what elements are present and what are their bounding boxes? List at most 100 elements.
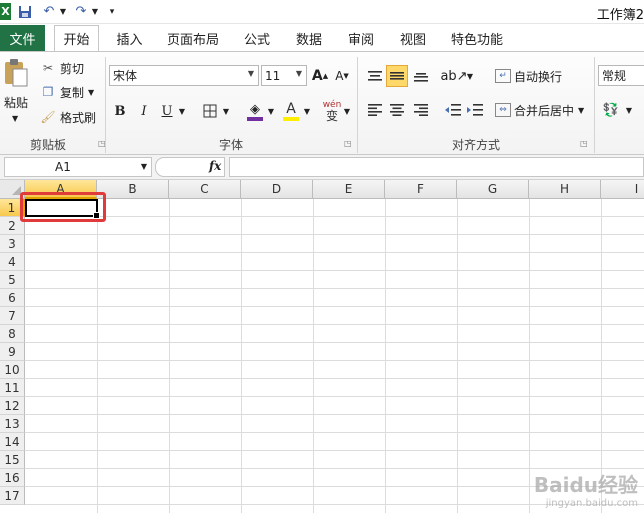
column-header-e[interactable]: E (313, 180, 385, 199)
font-color-icon[interactable]: A (280, 99, 302, 123)
formula-bar: A1 ▼ fx (0, 155, 644, 180)
paste-label: 粘贴 (4, 96, 29, 110)
gridline (25, 306, 644, 307)
orientation-dropdown-icon[interactable]: ▼ (465, 65, 475, 87)
gridline (457, 199, 458, 513)
tab-data[interactable]: 数据 (288, 25, 330, 51)
row-header-13[interactable]: 13 (0, 415, 25, 433)
gridline (313, 199, 314, 513)
wrap-text-button[interactable]: ↵ 自动换行 (495, 66, 562, 86)
align-bottom-icon[interactable] (410, 65, 432, 87)
insert-function-icon[interactable]: fx (209, 159, 221, 173)
formula-input[interactable] (229, 157, 644, 177)
highlight-annotation-box (20, 192, 106, 222)
row-header-6[interactable]: 6 (0, 289, 25, 307)
tab-special-features[interactable]: 特色功能 (444, 25, 510, 51)
column-header-g[interactable]: G (457, 180, 529, 199)
tab-review[interactable]: 审阅 (340, 25, 382, 51)
row-header-12[interactable]: 12 (0, 397, 25, 415)
worksheet-grid[interactable]: A B C D E F G H I 1 2 3 4 5 6 7 8 9 10 11 12 13 14 15 16 17 (0, 180, 644, 513)
accounting-dropdown-icon[interactable]: ▼ (624, 99, 634, 121)
column-header-c[interactable]: C (169, 180, 241, 199)
column-header-b[interactable]: B (97, 180, 169, 199)
row-header-17[interactable]: 17 (0, 487, 25, 505)
row-header-14[interactable]: 14 (0, 433, 25, 451)
font-size-value: 11 (265, 68, 281, 83)
column-header-f[interactable]: F (385, 180, 457, 199)
column-header-h[interactable]: H (529, 180, 601, 199)
redo-dropdown-icon[interactable]: ▼ (90, 3, 100, 20)
increase-font-size-icon[interactable]: A ▲ (311, 66, 329, 86)
align-top-icon[interactable] (364, 65, 386, 87)
row-header-9[interactable]: 9 (0, 343, 25, 361)
tab-home[interactable]: 开始 (54, 25, 99, 51)
tab-formulas[interactable]: 公式 (236, 25, 278, 51)
font-launcher-icon[interactable]: ◳ (344, 139, 352, 148)
fill-color-icon[interactable]: ◈ (244, 99, 266, 123)
row-header-3[interactable]: 3 (0, 235, 25, 253)
underline-button[interactable]: U (158, 101, 176, 121)
tab-page-layout[interactable]: 页面布局 (160, 25, 226, 51)
font-group-label: 字体 (218, 138, 243, 152)
align-center-icon[interactable] (386, 99, 408, 121)
row-header-8[interactable]: 8 (0, 325, 25, 343)
font-color-dropdown-icon[interactable]: ▼ (302, 101, 312, 121)
phonetic-guide-icon[interactable]: wén 变 (322, 98, 342, 124)
phonetic-dropdown-icon[interactable]: ▼ (342, 101, 352, 121)
tab-insert[interactable]: 插入 (107, 25, 152, 51)
save-icon[interactable] (16, 3, 34, 20)
align-left-icon[interactable] (364, 99, 386, 121)
copy-button[interactable]: ❐ 复制 ▼ (40, 83, 95, 101)
row-header-16[interactable]: 16 (0, 469, 25, 487)
row-header-5[interactable]: 5 (0, 271, 25, 289)
row-header-15[interactable]: 15 (0, 451, 25, 469)
decrease-font-size-icon[interactable]: A ▼ (333, 66, 351, 86)
gridline (25, 450, 644, 451)
align-right-icon[interactable] (410, 99, 432, 121)
alignment-group-label: 对齐方式 (451, 138, 500, 152)
font-name-select[interactable]: 宋体 ▼ (109, 65, 259, 86)
borders-dropdown-icon[interactable]: ▼ (221, 101, 231, 121)
column-header-i[interactable]: I (601, 180, 644, 199)
align-middle-icon[interactable] (386, 65, 408, 87)
underline-dropdown-icon[interactable]: ▼ (177, 101, 187, 121)
accounting-format-icon[interactable]: 💱 (600, 99, 622, 121)
decrease-indent-icon[interactable] (442, 99, 464, 121)
gridline (97, 199, 98, 513)
borders-icon[interactable] (200, 101, 220, 121)
paste-button[interactable]: 粘贴 ▼ (3, 58, 31, 123)
row-header-11[interactable]: 11 (0, 379, 25, 397)
gridline (25, 288, 644, 289)
copy-dropdown-icon[interactable]: ▼ (88, 88, 94, 97)
paste-dropdown-icon[interactable]: ▼ (12, 114, 18, 123)
orientation-icon[interactable]: ab↗ (440, 65, 467, 87)
gridline (25, 360, 644, 361)
bold-button[interactable]: B (111, 101, 129, 121)
italic-button[interactable]: I (135, 101, 153, 121)
gridline (25, 252, 644, 253)
merge-center-button[interactable]: ⇔ 合并后居中 ▼ (495, 100, 584, 120)
row-header-4[interactable]: 4 (0, 253, 25, 271)
fill-color-dropdown-icon[interactable]: ▼ (266, 101, 276, 121)
tab-file[interactable]: 文件 (0, 25, 45, 51)
merge-dropdown-icon[interactable]: ▼ (578, 106, 584, 115)
cut-button[interactable]: ✂ 剪切 (40, 59, 84, 77)
row-header-10[interactable]: 10 (0, 361, 25, 379)
undo-icon[interactable]: ↶ (40, 3, 58, 20)
undo-dropdown-icon[interactable]: ▼ (58, 3, 68, 20)
increase-indent-icon[interactable] (464, 99, 486, 121)
row-header-7[interactable]: 7 (0, 307, 25, 325)
name-box-value: A1 (55, 160, 71, 174)
customize-toolbar-icon[interactable]: ▾ (106, 3, 118, 20)
copy-icon: ❐ (42, 85, 54, 99)
name-box[interactable]: A1 ▼ (4, 157, 152, 177)
number-format-select[interactable]: 常规 (598, 65, 644, 86)
font-size-select[interactable]: 11 ▼ (261, 65, 307, 86)
redo-icon[interactable]: ↷ (72, 3, 90, 20)
tab-view[interactable]: 视图 (392, 25, 434, 51)
alignment-launcher-icon[interactable]: ◳ (580, 139, 588, 148)
column-header-d[interactable]: D (241, 180, 313, 199)
scissors-icon: ✂ (42, 61, 54, 75)
format-painter-button[interactable]: 🖌 格式刷 (40, 108, 96, 126)
gridline (25, 378, 644, 379)
